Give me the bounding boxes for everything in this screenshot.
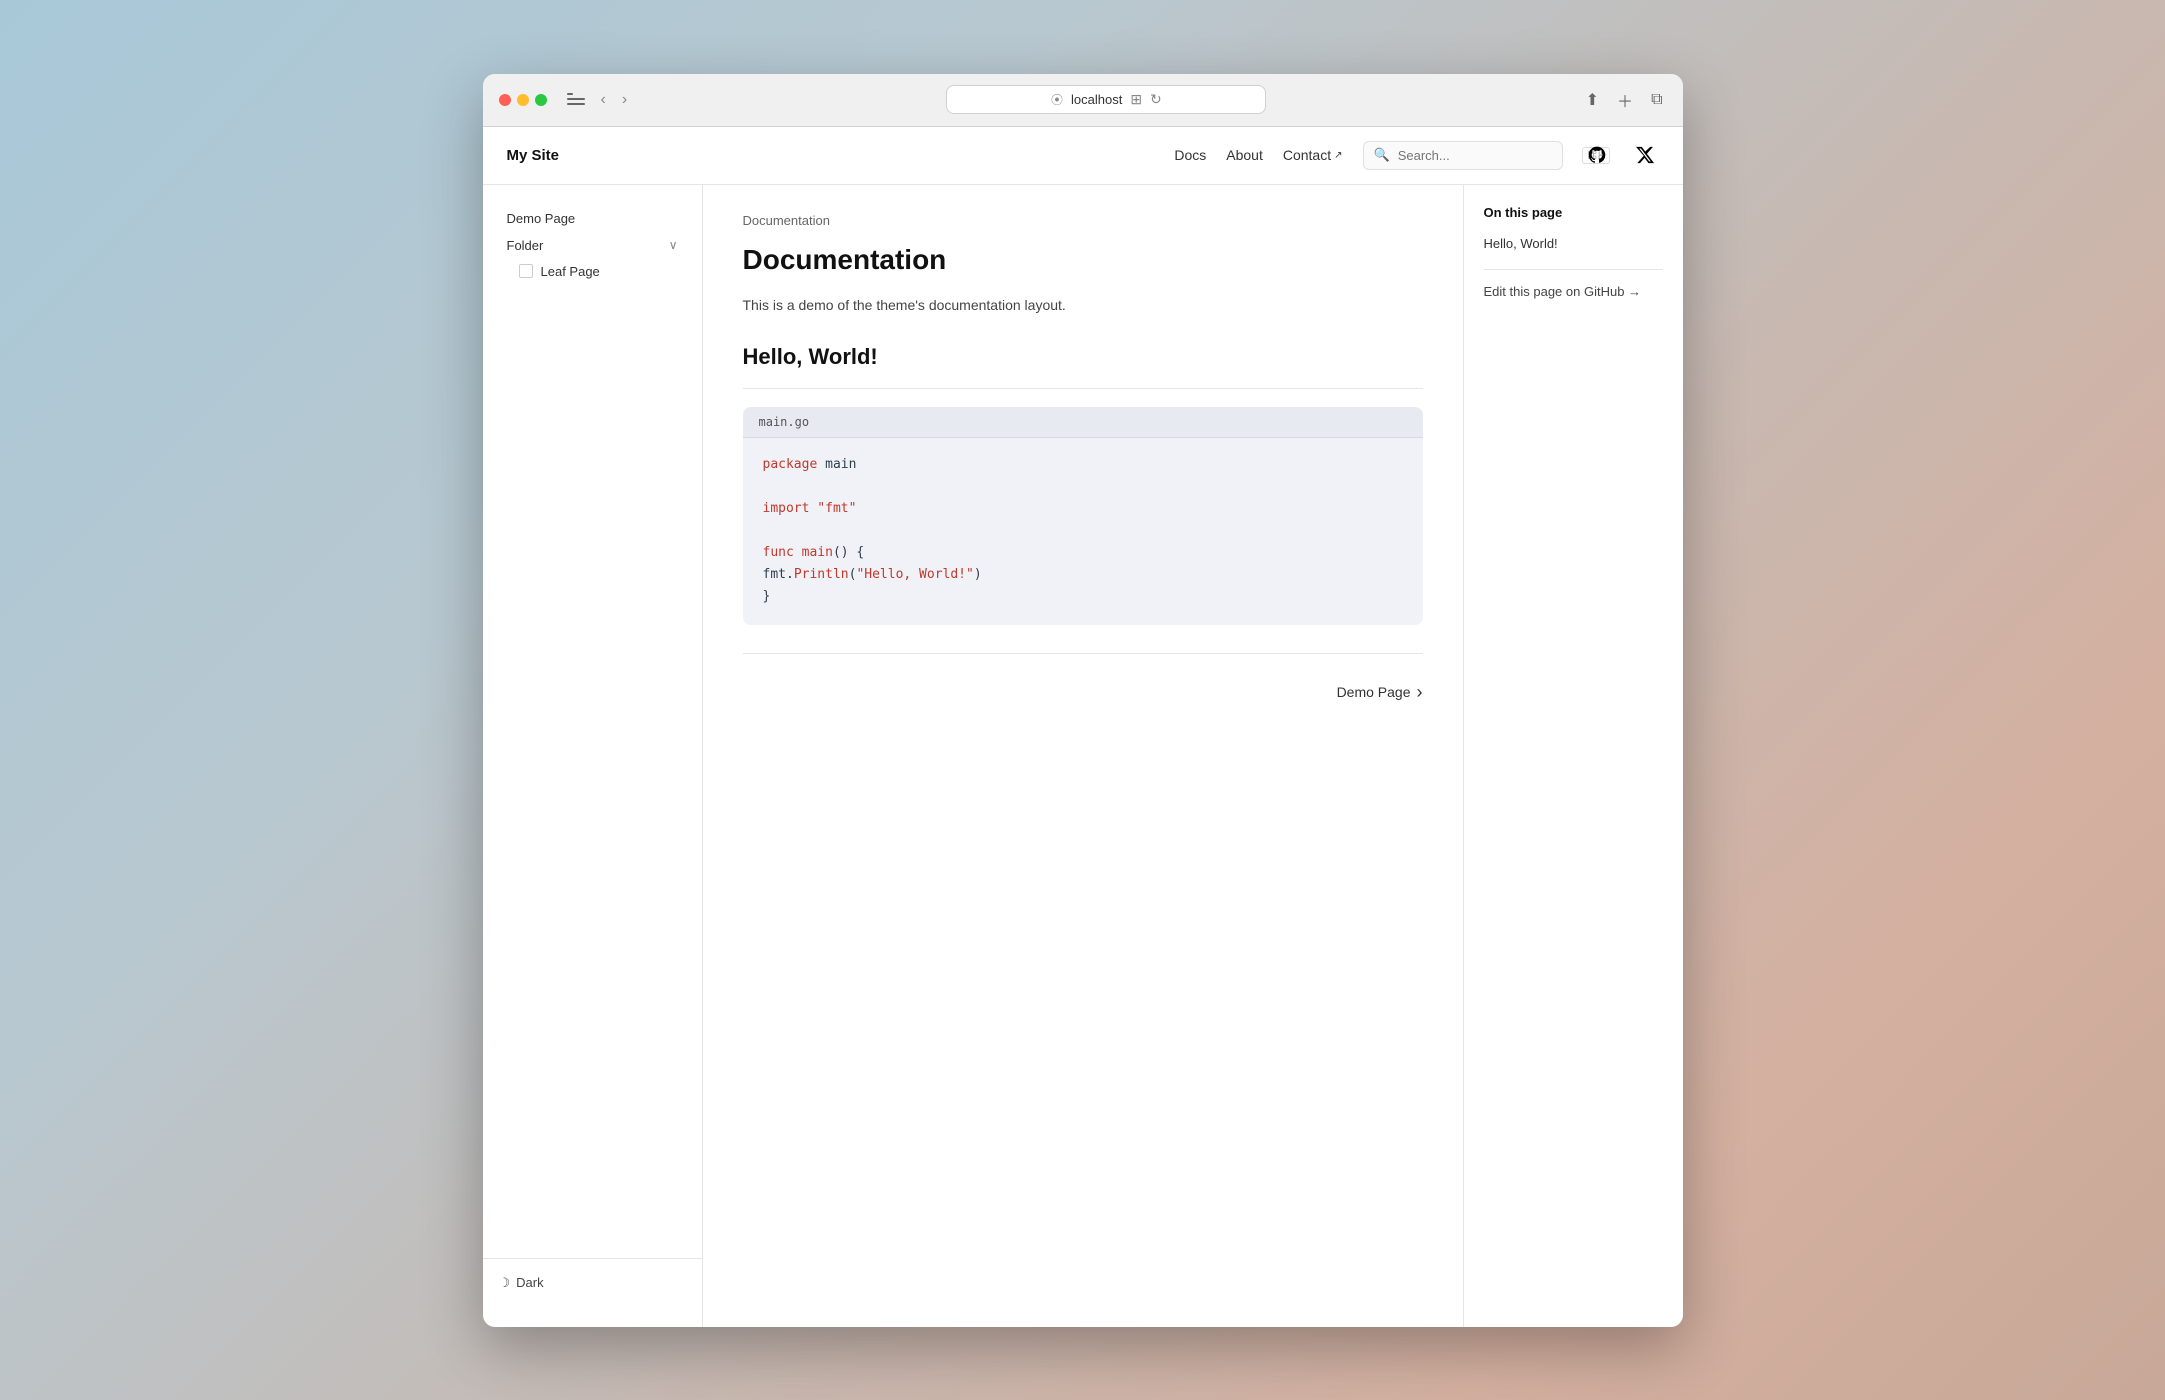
toc-title: On this page <box>1484 205 1663 220</box>
address-bar-actions: ⊞ ↻ <box>1130 91 1161 108</box>
next-arrow-icon: › <box>1417 682 1423 703</box>
toc-divider <box>1484 269 1663 270</box>
search-box[interactable]: 🔍 ⌘K <box>1363 141 1563 170</box>
code-line-4 <box>763 520 1403 542</box>
top-nav: My Site Docs About Contact ↗ 🔍 ⌘K <box>483 127 1683 185</box>
minimize-dot[interactable] <box>517 94 529 106</box>
reload-icon[interactable]: ↻ <box>1150 91 1162 108</box>
breadcrumb: Documentation <box>743 213 1423 228</box>
browser-toolbar-right: ⬆ ＋ ⧉ <box>1582 84 1667 116</box>
new-tab-button[interactable]: ＋ <box>1613 84 1637 116</box>
leaf-page-icon <box>519 264 533 278</box>
code-block: main.go package main import "fmt" func m… <box>743 407 1423 625</box>
code-line-2 <box>763 476 1403 498</box>
browser-nav-buttons: ‹ › <box>597 89 632 111</box>
nav-link-docs[interactable]: Docs <box>1174 147 1206 163</box>
search-icon: 🔍 <box>1374 147 1390 163</box>
code-line-6: fmt.Println("Hello, World!") <box>763 564 1403 586</box>
close-dot[interactable] <box>499 94 511 106</box>
site-logo[interactable]: My Site <box>507 147 560 164</box>
moon-icon: ☽ <box>499 1275 511 1291</box>
nav-link-contact[interactable]: Contact ↗ <box>1283 147 1343 163</box>
page-description: This is a demo of the theme's documentat… <box>743 294 1423 316</box>
sidebar-bottom: ☽ Dark <box>483 1258 702 1307</box>
github-icon-button[interactable] <box>1583 141 1611 169</box>
twitter-icon-button[interactable] <box>1631 141 1659 169</box>
forward-button[interactable]: › <box>618 89 631 111</box>
page-layout: My Site Docs About Contact ↗ 🔍 ⌘K <box>483 127 1683 1327</box>
chevron-down-icon: ∨ <box>669 238 678 252</box>
address-bar-container: ⦿ localhost ⊞ ↻ <box>643 85 1569 114</box>
code-line-1: package main <box>763 454 1403 476</box>
section-title-hello-world: Hello, World! <box>743 344 1423 370</box>
tab-overview-button[interactable]: ⧉ <box>1647 87 1666 113</box>
code-line-7: } <box>763 586 1403 608</box>
browser-chrome: ‹ › ⦿ localhost ⊞ ↻ ⬆ ＋ ⧉ <box>483 74 1683 127</box>
page-title: Documentation <box>743 244 1423 276</box>
code-filename: main.go <box>743 407 1423 438</box>
browser-window: ‹ › ⦿ localhost ⊞ ↻ ⬆ ＋ ⧉ My Site Docs <box>483 74 1683 1327</box>
lock-icon: ⦿ <box>1051 91 1063 108</box>
github-icon <box>1587 145 1607 165</box>
toc-item-hello-world[interactable]: Hello, World! <box>1484 232 1663 255</box>
code-content: package main import "fmt" func main() { … <box>743 438 1423 625</box>
sidebar-item-demo-page[interactable]: Demo Page <box>499 205 686 232</box>
sidebar: Demo Page Folder ∨ Leaf Page ☽ Dark <box>483 185 703 1327</box>
maximize-dot[interactable] <box>535 94 547 106</box>
share-button[interactable]: ⬆ <box>1582 86 1603 114</box>
sidebar-toggle-icon[interactable] <box>567 93 585 107</box>
content-area: Documentation Documentation This is a de… <box>703 185 1463 1327</box>
window-controls <box>499 94 547 106</box>
edit-page-link[interactable]: Edit this page on GitHub → <box>1484 284 1663 299</box>
sidebar-nav: Demo Page Folder ∨ Leaf Page <box>483 205 702 284</box>
code-line-3: import "fmt" <box>763 498 1403 520</box>
address-bar[interactable]: ⦿ localhost ⊞ ↻ <box>946 85 1266 114</box>
next-page-button[interactable]: Demo Page › <box>1337 682 1423 703</box>
nav-links: Docs About Contact ↗ <box>1174 147 1342 163</box>
search-input[interactable] <box>1398 148 1574 163</box>
code-line-5: func main() { <box>763 542 1403 564</box>
translate-icon[interactable]: ⊞ <box>1130 91 1142 108</box>
section-divider <box>743 388 1423 389</box>
url-text: localhost <box>1071 92 1122 107</box>
dark-mode-button[interactable]: ☽ Dark <box>499 1271 544 1295</box>
nav-link-about[interactable]: About <box>1226 147 1263 163</box>
back-button[interactable]: ‹ <box>597 89 610 111</box>
external-link-icon: ↗ <box>1334 150 1342 161</box>
sidebar-item-leaf-page[interactable]: Leaf Page <box>511 259 686 284</box>
twitter-icon <box>1635 145 1655 165</box>
main-area: Demo Page Folder ∨ Leaf Page ☽ Dark <box>483 185 1683 1327</box>
content-footer: Demo Page › <box>743 653 1423 703</box>
toc-panel: On this page Hello, World! Edit this pag… <box>1463 185 1683 1327</box>
sidebar-item-folder[interactable]: Folder ∨ <box>499 232 686 259</box>
